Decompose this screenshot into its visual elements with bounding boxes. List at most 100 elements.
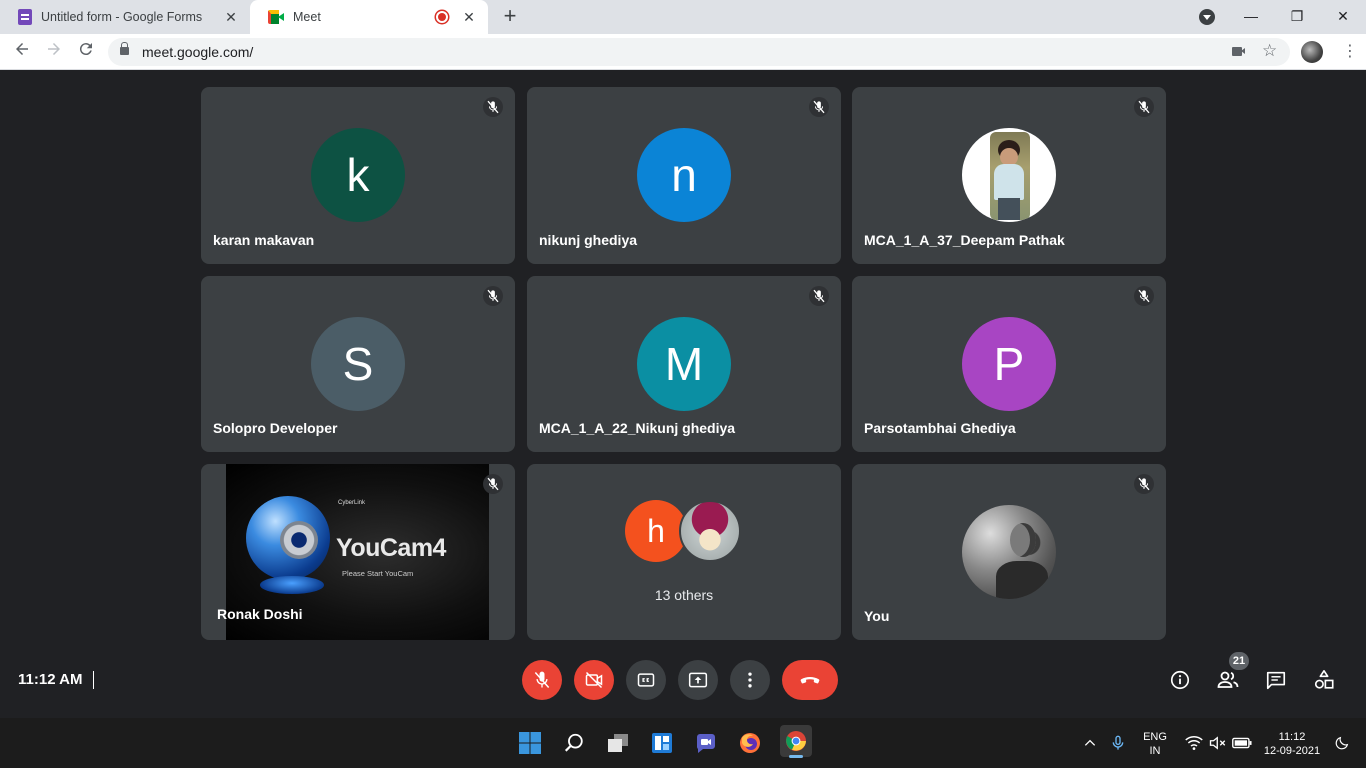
chevron-up-icon (1084, 739, 1096, 746)
browser-tab-strip: Untitled form - Google Forms ✕ Meet ✕ + … (0, 0, 1366, 34)
participant-tile[interactable]: S Solopro Developer (201, 276, 515, 452)
info-icon (1170, 670, 1190, 690)
teams-chat-button[interactable] (692, 729, 720, 757)
youcam-brand: CyberLink (338, 500, 366, 506)
mic-in-use-button[interactable] (1104, 729, 1132, 757)
activities-button[interactable] (1312, 668, 1336, 692)
minimize-button[interactable]: — (1228, 0, 1274, 34)
restore-button[interactable]: ❐ (1274, 0, 1320, 34)
participant-avatar: M (637, 317, 731, 411)
lock-icon (120, 42, 129, 55)
active-app-indicator (789, 755, 803, 758)
tab-close-icon[interactable]: ✕ (460, 9, 478, 26)
leave-call-button[interactable] (782, 660, 838, 700)
others-tile[interactable]: h 13 others (527, 464, 841, 640)
tab-close-icon[interactable]: ✕ (222, 9, 240, 26)
participant-tile[interactable]: MCA_1_A_37_Deepam Pathak (852, 87, 1166, 264)
participant-name: Ronak Doshi (217, 606, 303, 622)
url-text: meet.google.com/ (142, 44, 254, 60)
address-bar[interactable]: meet.google.com/ ☆ (108, 38, 1290, 66)
present-screen-icon (688, 672, 708, 688)
more-options-button[interactable] (730, 660, 770, 700)
profile-avatar[interactable] (1301, 41, 1323, 63)
show-hidden-icons-button[interactable] (1076, 729, 1104, 757)
mic-muted-icon (809, 286, 829, 306)
recording-indicator-icon (436, 11, 448, 23)
forward-arrow-icon (48, 43, 60, 55)
bookmark-star-icon[interactable]: ☆ (1262, 41, 1277, 61)
chat-button[interactable] (1264, 668, 1288, 692)
meeting-details-button[interactable] (1168, 668, 1192, 692)
captions-icon (637, 673, 655, 687)
participant-avatar: S (311, 317, 405, 411)
firefox-button[interactable] (736, 729, 764, 757)
forward-button[interactable] (42, 40, 66, 64)
focus-assist-button[interactable] (1328, 729, 1356, 757)
mic-muted-icon (483, 474, 503, 494)
browser-toolbar: meet.google.com/ ☆ ⋮ (0, 34, 1366, 70)
meeting-time: 11:12 AM (18, 671, 83, 688)
widgets-button[interactable] (648, 729, 676, 757)
participant-name: nikunj ghediya (539, 232, 638, 248)
participant-name: MCA_1_A_22_Nikunj ghediya (539, 420, 736, 436)
mic-muted-icon (1134, 474, 1154, 494)
mic-muted-icon (483, 97, 503, 117)
clock-date: 12-09-2021 (1263, 745, 1321, 757)
participant-photo (962, 128, 1056, 222)
battery-button[interactable] (1228, 729, 1256, 757)
taskbar-search-button[interactable] (560, 729, 588, 757)
participant-tile[interactable]: n nikunj ghediya (527, 87, 841, 264)
reload-icon (79, 43, 92, 56)
back-arrow-icon (16, 43, 28, 55)
participant-photo (962, 505, 1056, 599)
windows-taskbar: ENG IN 11:12 12-09-2021 (0, 718, 1366, 768)
more-vert-icon (748, 672, 752, 688)
self-tile[interactable]: You (852, 464, 1166, 640)
taskbar-clock[interactable]: 11:12 12-09-2021 (1258, 730, 1326, 758)
new-tab-button[interactable]: + (498, 4, 522, 28)
chrome-button[interactable] (780, 725, 812, 758)
participant-tile[interactable]: k karan makavan (201, 87, 515, 264)
camera-toggle-button[interactable] (574, 660, 614, 700)
people-button[interactable] (1216, 668, 1240, 692)
tab-meet[interactable]: Meet ✕ (250, 0, 488, 34)
microphone-icon (1112, 735, 1124, 750)
microphone-toggle-button[interactable] (522, 660, 562, 700)
close-window-button[interactable]: ✕ (1320, 0, 1366, 34)
participant-tile[interactable]: P Parsotambhai Ghediya (852, 276, 1166, 452)
mic-muted-icon (1134, 286, 1154, 306)
mic-muted-icon (809, 97, 829, 117)
present-now-button[interactable] (678, 660, 718, 700)
participant-avatar: n (637, 128, 731, 222)
participant-name: Parsotambhai Ghediya (864, 420, 1016, 436)
captions-button[interactable] (626, 660, 666, 700)
windows-logo-icon (519, 732, 541, 754)
tab-title: Meet (293, 10, 321, 24)
task-view-icon (608, 734, 628, 752)
divider (93, 671, 94, 689)
back-button[interactable] (10, 40, 34, 64)
battery-icon (1232, 737, 1252, 749)
task-view-button[interactable] (604, 729, 632, 757)
tab-google-forms[interactable]: Untitled form - Google Forms ✕ (0, 0, 250, 34)
participant-tile[interactable]: M MCA_1_A_22_Nikunj ghediya (527, 276, 841, 452)
camera-in-use-icon[interactable] (1232, 47, 1245, 56)
mic-muted-icon (483, 286, 503, 306)
participant-name: MCA_1_A_37_Deepam Pathak (864, 232, 1065, 248)
browser-menu-icon[interactable]: ⋮ (1340, 40, 1360, 64)
region-code: IN (1149, 745, 1161, 757)
reload-button[interactable] (74, 40, 98, 64)
google-meet-icon (268, 10, 284, 24)
participant-tile[interactable]: CyberLink YouCam4 Please Start YouCam Ro… (201, 464, 515, 640)
language-code: ENG (1143, 731, 1167, 743)
activities-icon (1314, 670, 1334, 689)
chat-app-icon (697, 734, 715, 753)
volume-muted-icon (1209, 736, 1226, 750)
participant-name: Solopro Developer (213, 420, 338, 436)
tab-search-button[interactable] (1199, 9, 1215, 25)
input-language[interactable]: ENG IN (1139, 730, 1171, 758)
google-forms-icon (18, 9, 32, 25)
participant-avatar: P (962, 317, 1056, 411)
chat-icon (1266, 671, 1286, 690)
start-button[interactable] (516, 729, 544, 757)
